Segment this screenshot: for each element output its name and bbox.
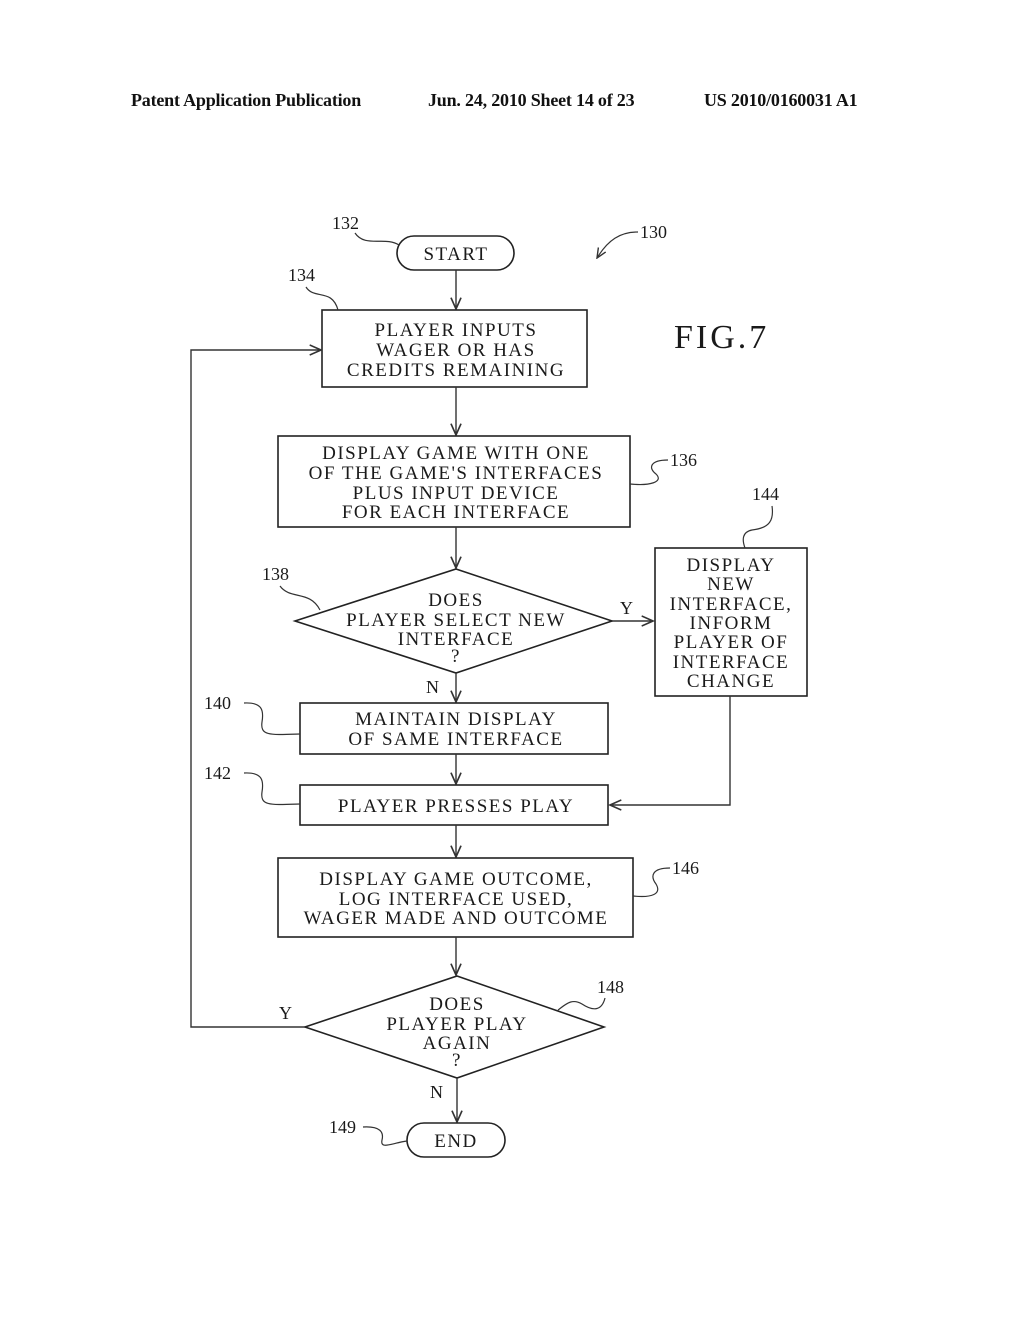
outcome-line-1: DISPLAY GAME OUTCOME, bbox=[319, 869, 592, 890]
wager-line-1: PLAYER INPUTS bbox=[375, 320, 538, 341]
newif-line-3: INTERFACE, bbox=[670, 594, 793, 615]
outcome-line-3: WAGER MADE AND OUTCOME bbox=[304, 908, 609, 929]
press-line-1: PLAYER PRESSES PLAY bbox=[338, 796, 574, 817]
select-no-label: N bbox=[426, 677, 439, 697]
select-ref-leader bbox=[279, 585, 321, 611]
display-line-4: FOR EACH INTERFACE bbox=[342, 502, 570, 523]
press-ref-leader bbox=[243, 772, 301, 806]
again-line-4: ? bbox=[452, 1050, 462, 1071]
maintain-line-2: OF SAME INTERFACE bbox=[348, 729, 563, 750]
wager-line-2: WAGER OR HAS bbox=[376, 340, 535, 361]
wager-ref-leader bbox=[305, 286, 339, 311]
display-line-1: DISPLAY GAME WITH ONE bbox=[322, 443, 590, 464]
outcome-ref-leader bbox=[632, 867, 671, 898]
newif-line-6: INTERFACE bbox=[673, 652, 790, 673]
end-ref: 149 bbox=[329, 1117, 356, 1137]
again-ref: 148 bbox=[597, 977, 624, 997]
select-line-4: ? bbox=[451, 646, 461, 667]
newif-line-7: CHANGE bbox=[687, 671, 775, 692]
select-line-2: PLAYER SELECT NEW bbox=[346, 610, 566, 631]
select-ref: 138 bbox=[262, 564, 289, 584]
again-yes-label: Y bbox=[279, 1003, 292, 1023]
arrow-newif-to-press bbox=[610, 696, 731, 805]
again-ref-leader bbox=[557, 997, 606, 1011]
select-yes-label: Y bbox=[620, 598, 633, 618]
outcome-ref: 146 bbox=[672, 858, 699, 878]
again-line-2: PLAYER PLAY bbox=[386, 1014, 527, 1035]
maintain-ref: 140 bbox=[204, 693, 231, 713]
press-ref: 142 bbox=[204, 763, 231, 783]
select-line-1: DOES bbox=[428, 590, 484, 611]
figure-ref: 130 bbox=[640, 222, 667, 242]
display-line-3: PLUS INPUT DEVICE bbox=[353, 483, 560, 504]
newif-ref: 144 bbox=[752, 484, 779, 504]
start-ref: 132 bbox=[332, 213, 359, 233]
maintain-line-1: MAINTAIN DISPLAY bbox=[355, 709, 557, 730]
end-text: END bbox=[434, 1131, 478, 1152]
wager-ref: 134 bbox=[288, 265, 315, 285]
newif-line-1: DISPLAY bbox=[687, 555, 776, 576]
figure-label: FIG.7 bbox=[674, 319, 769, 356]
start-ref-leader bbox=[354, 232, 400, 246]
newif-line-4: INFORM bbox=[690, 613, 773, 634]
newif-ref-leader bbox=[742, 505, 774, 549]
display-line-2: OF THE GAME'S INTERFACES bbox=[309, 463, 604, 484]
flowchart: FIG.7 130 START 132 PLAYER INPUTS WAGER … bbox=[190, 213, 808, 1158]
outcome-line-2: LOG INTERFACE USED, bbox=[339, 889, 574, 910]
newif-line-5: PLAYER OF bbox=[674, 632, 789, 653]
end-ref-leader bbox=[362, 1126, 408, 1146]
again-line-1: DOES bbox=[429, 994, 485, 1015]
wager-line-3: CREDITS REMAINING bbox=[347, 360, 565, 381]
again-no-label: N bbox=[430, 1082, 443, 1102]
maintain-ref-leader bbox=[243, 702, 301, 736]
display-ref: 136 bbox=[670, 450, 697, 470]
start-text: START bbox=[423, 244, 488, 265]
display-ref-leader bbox=[629, 459, 669, 486]
arrow-again-yes-loop bbox=[190, 350, 321, 1028]
figure-ref-leader bbox=[597, 231, 639, 258]
newif-line-2: NEW bbox=[707, 574, 755, 595]
